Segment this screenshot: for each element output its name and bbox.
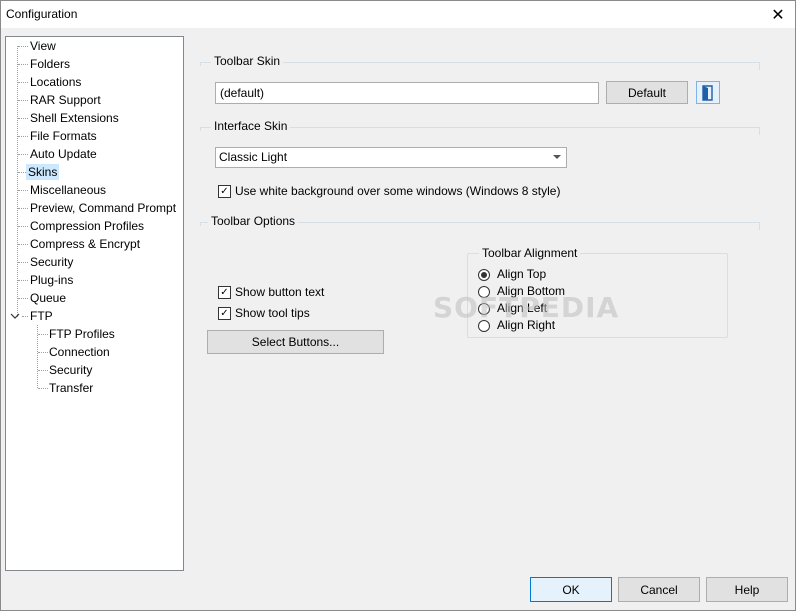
window-title: Configuration xyxy=(6,7,78,21)
tree-item-auto-update[interactable]: Auto Update xyxy=(28,146,99,162)
help-button[interactable]: Help xyxy=(706,577,788,602)
tree-item-security[interactable]: Security xyxy=(28,254,75,270)
configuration-dialog: Configuration ✕ View Folders Locations R… xyxy=(0,0,796,611)
tree-connector xyxy=(18,298,28,299)
tree-item-connection[interactable]: Connection xyxy=(47,344,112,360)
softpedia-watermark: SOFTPEDIA xyxy=(433,291,620,324)
tree-item-plug-ins[interactable]: Plug-ins xyxy=(28,272,75,288)
tree-item-rar-support[interactable]: RAR Support xyxy=(28,92,103,108)
default-button[interactable]: Default xyxy=(606,81,688,104)
show-tool-tips-label: Show tool tips xyxy=(235,306,310,320)
radio-align-top[interactable] xyxy=(478,269,490,281)
folder-icon xyxy=(702,84,713,101)
tree-connector xyxy=(18,82,28,83)
tree-item-preview-command-prompt[interactable]: Preview, Command Prompt xyxy=(28,200,178,216)
group-edge xyxy=(759,62,760,70)
toolbar-alignment-heading: Toolbar Alignment xyxy=(479,246,581,260)
tree-connector xyxy=(18,190,28,191)
tree-item-transfer[interactable]: Transfer xyxy=(47,380,95,396)
tree-connector xyxy=(18,154,28,155)
tree-connector xyxy=(18,244,28,245)
tree-item-ftp-profiles[interactable]: FTP Profiles xyxy=(47,326,117,342)
tree-item-shell-extensions[interactable]: Shell Extensions xyxy=(28,110,121,126)
close-button[interactable]: ✕ xyxy=(761,1,795,28)
tree-connector xyxy=(18,262,28,263)
toolbar-skin-input[interactable]: (default) xyxy=(215,82,599,104)
tree-item-file-formats[interactable]: File Formats xyxy=(28,128,99,144)
show-tool-tips-checkbox[interactable]: ✓ xyxy=(218,307,231,320)
dropdown-arrow-icon xyxy=(553,155,561,159)
toolbar-options-heading: Toolbar Options xyxy=(208,214,299,228)
tree-item-queue[interactable]: Queue xyxy=(28,290,68,306)
tree-connector xyxy=(18,208,28,209)
white-background-checkbox[interactable]: ✓ xyxy=(218,185,231,198)
group-edge xyxy=(759,222,760,230)
show-button-text-checkbox[interactable]: ✓ xyxy=(218,286,231,299)
tree-item-miscellaneous[interactable]: Miscellaneous xyxy=(28,182,108,198)
tree-item-skins[interactable]: Skins xyxy=(26,164,60,180)
settings-tree[interactable]: View Folders Locations RAR Support Shell… xyxy=(5,36,184,571)
align-top-label: Align Top xyxy=(497,267,547,281)
title-bar: Configuration ✕ xyxy=(1,1,795,28)
tree-item-locations[interactable]: Locations xyxy=(28,74,83,90)
tree-connector xyxy=(18,64,28,65)
toolbar-skin-heading: Toolbar Skin xyxy=(211,54,284,68)
select-buttons-button[interactable]: Select Buttons... xyxy=(207,330,384,354)
tree-item-view[interactable]: View xyxy=(28,38,58,54)
tree-connector xyxy=(17,46,18,317)
tree-item-compression-profiles[interactable]: Compression Profiles xyxy=(28,218,146,234)
chevron-down-icon[interactable] xyxy=(10,311,20,321)
tree-connector xyxy=(18,136,28,137)
white-background-label: Use white background over some windows (… xyxy=(235,184,561,198)
tree-connector xyxy=(18,118,28,119)
tree-item-compress-encrypt[interactable]: Compress & Encrypt xyxy=(28,236,142,252)
tree-connector xyxy=(18,46,28,47)
tree-item-ftp-security[interactable]: Security xyxy=(47,362,94,378)
tree-connector xyxy=(18,226,28,227)
close-icon: ✕ xyxy=(771,6,785,24)
tree-connector xyxy=(18,280,28,281)
interface-skin-heading: Interface Skin xyxy=(211,119,291,133)
tree-item-ftp[interactable]: FTP xyxy=(28,308,55,324)
group-edge xyxy=(759,127,760,135)
group-divider xyxy=(200,62,760,63)
tree-connector xyxy=(18,100,28,101)
cancel-button[interactable]: Cancel xyxy=(618,577,700,602)
ok-button[interactable]: OK xyxy=(530,577,612,602)
show-button-text-label: Show button text xyxy=(235,285,325,299)
interface-skin-select[interactable]: Classic Light xyxy=(215,147,567,168)
interface-skin-selected: Classic Light xyxy=(219,150,288,164)
browse-skin-button[interactable] xyxy=(696,81,720,104)
tree-item-folders[interactable]: Folders xyxy=(28,56,72,72)
